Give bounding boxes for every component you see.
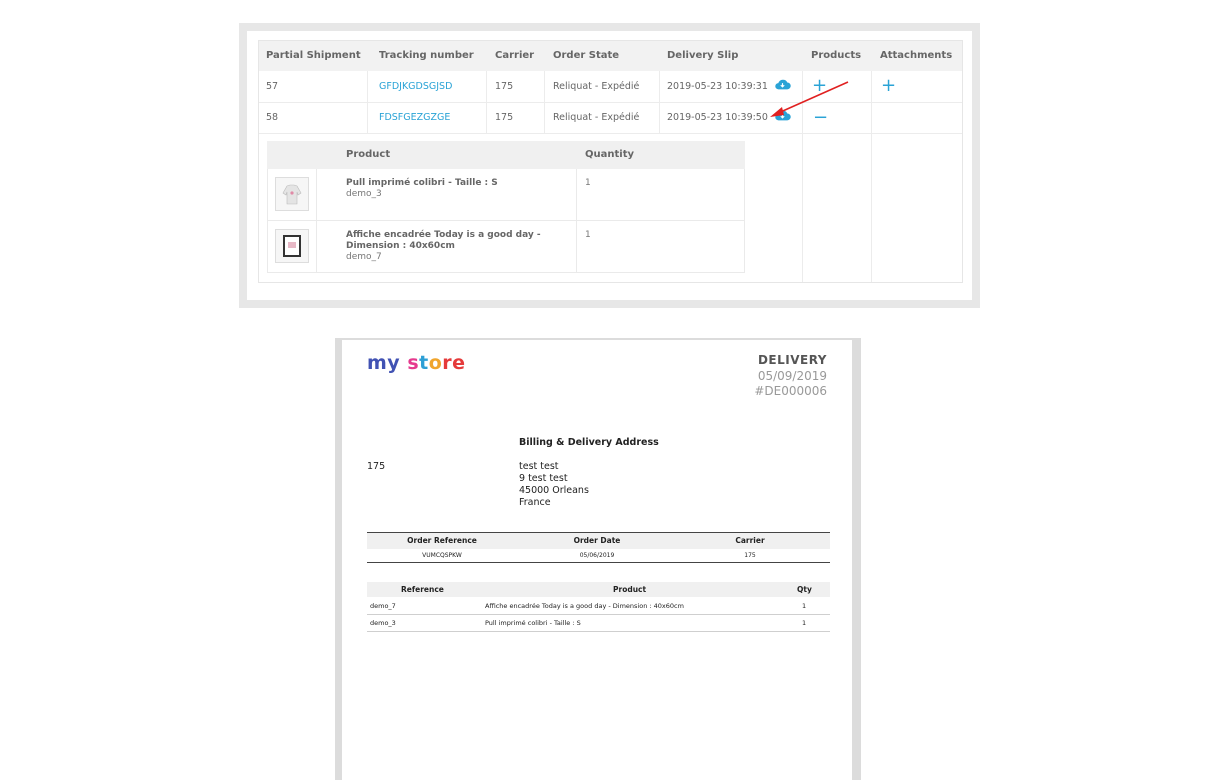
products-header: Product Quantity xyxy=(267,141,745,169)
product-row: Affiche encadrée Today is a good day - D… xyxy=(267,221,745,273)
product-cell: Pull imprimé colibri - Taille : S xyxy=(485,619,581,627)
store-logo: my store xyxy=(367,352,466,374)
carrier-value: 175 xyxy=(495,112,514,123)
red-arrow-annotation xyxy=(770,81,849,117)
product-quantity: 1 xyxy=(585,230,591,240)
col-partial-shipment: Partial Shipment xyxy=(266,50,361,61)
shipment-products-table: Product Quantity Pull imprimé colibri - … xyxy=(267,141,745,273)
col-order-reference: Order Reference xyxy=(407,536,477,545)
address-heading: Billing & Delivery Address xyxy=(519,437,659,448)
col-products: Products xyxy=(811,50,862,61)
reference-cell: demo_3 xyxy=(370,619,396,627)
product-name-line-2: Dimension : 40x60cm xyxy=(346,241,455,251)
shipment-id: 57 xyxy=(266,81,279,92)
slip-products-header: Reference Product Qty xyxy=(367,582,830,597)
address-line: test test xyxy=(519,461,559,472)
reference-cell: demo_7 xyxy=(370,602,396,610)
tracking-link[interactable]: FDSFGEZGZGE xyxy=(379,102,450,133)
col-product: Product xyxy=(346,149,391,160)
table-row: 58 FDSFGEZGZGE 175 Reliquat - Expédié 20… xyxy=(259,102,962,134)
document-title: DELIVERY xyxy=(757,353,827,367)
col-carrier: Carrier xyxy=(495,50,535,61)
col-qty: Qty xyxy=(797,585,812,594)
carrier-value: 175 xyxy=(744,552,756,559)
admin-screenshot-panel: Partial Shipment Tracking number Carrier… xyxy=(239,23,980,308)
product-name: Pull imprimé colibri - Taille : S xyxy=(346,178,498,188)
admin-panel-body: Partial Shipment Tracking number Carrier… xyxy=(247,31,972,300)
tracking-link[interactable]: GFDJKGDSGJSD xyxy=(379,71,452,102)
table-row: demo_3 Pull imprimé colibri - Taille : S… xyxy=(367,615,830,632)
delivery-slip-page: my store DELIVERY 05/09/2019 #DE000006 B… xyxy=(342,340,852,780)
product-row: Pull imprimé colibri - Taille : S demo_3… xyxy=(267,169,745,221)
col-carrier: Carrier xyxy=(735,536,765,545)
product-thumbnail xyxy=(275,177,309,211)
document-number: #DE000006 xyxy=(754,384,827,398)
attachments-expand-plus-icon[interactable]: + xyxy=(881,77,896,95)
order-reference-value: VUMCQSPKW xyxy=(422,552,462,559)
table-row: demo_7 Affiche encadrée Today is a good … xyxy=(367,598,830,615)
sweater-image-icon xyxy=(282,184,302,205)
product-cell: Affiche encadrée Today is a good day - D… xyxy=(485,602,684,610)
product-thumbnail xyxy=(275,229,309,263)
qty-cell: 1 xyxy=(802,602,807,610)
partial-shipments-table: Partial Shipment Tracking number Carrier… xyxy=(258,40,963,283)
col-attachments: Attachments xyxy=(880,50,953,61)
table-header: Partial Shipment Tracking number Carrier… xyxy=(259,41,962,71)
framed-poster-image-icon xyxy=(283,235,301,257)
col-delivery-slip: Delivery Slip xyxy=(667,50,739,61)
delivery-slip-date: 2019-05-23 10:39:31 xyxy=(667,81,768,92)
col-quantity: Quantity xyxy=(585,149,634,160)
col-order-state: Order State xyxy=(553,50,620,61)
shipment-id: 58 xyxy=(266,112,279,123)
address-line: 9 test test xyxy=(519,473,568,484)
address-left-value: 175 xyxy=(367,461,386,472)
product-reference: demo_3 xyxy=(346,189,382,199)
product-reference: demo_7 xyxy=(346,252,382,262)
address-line: France xyxy=(519,497,551,508)
order-info-row: VUMCQSPKW 05/06/2019 175 xyxy=(367,549,830,563)
qty-cell: 1 xyxy=(802,619,807,627)
table-row: 57 GFDJKGDSGJSD 175 Reliquat - Expédié 2… xyxy=(259,71,962,103)
product-quantity: 1 xyxy=(585,178,591,188)
order-state: Reliquat - Expédié xyxy=(553,112,640,123)
col-tracking-number: Tracking number xyxy=(379,50,474,61)
document-date: 05/09/2019 xyxy=(757,369,827,383)
col-product: Product xyxy=(613,585,647,594)
col-reference: Reference xyxy=(401,585,444,594)
product-name-line-1: Affiche encadrée Today is a good day - xyxy=(346,230,541,240)
carrier-value: 175 xyxy=(495,81,514,92)
col-order-date: Order Date xyxy=(573,536,621,545)
order-state: Reliquat - Expédié xyxy=(553,81,640,92)
order-date-value: 05/06/2019 xyxy=(579,552,615,559)
address-line: 45000 Orleans xyxy=(519,485,589,496)
pdf-viewer-frame: my store DELIVERY 05/09/2019 #DE000006 B… xyxy=(335,338,861,780)
delivery-slip-date: 2019-05-23 10:39:50 xyxy=(667,112,768,123)
order-info-header: Order Reference Order Date Carrier xyxy=(367,532,830,549)
